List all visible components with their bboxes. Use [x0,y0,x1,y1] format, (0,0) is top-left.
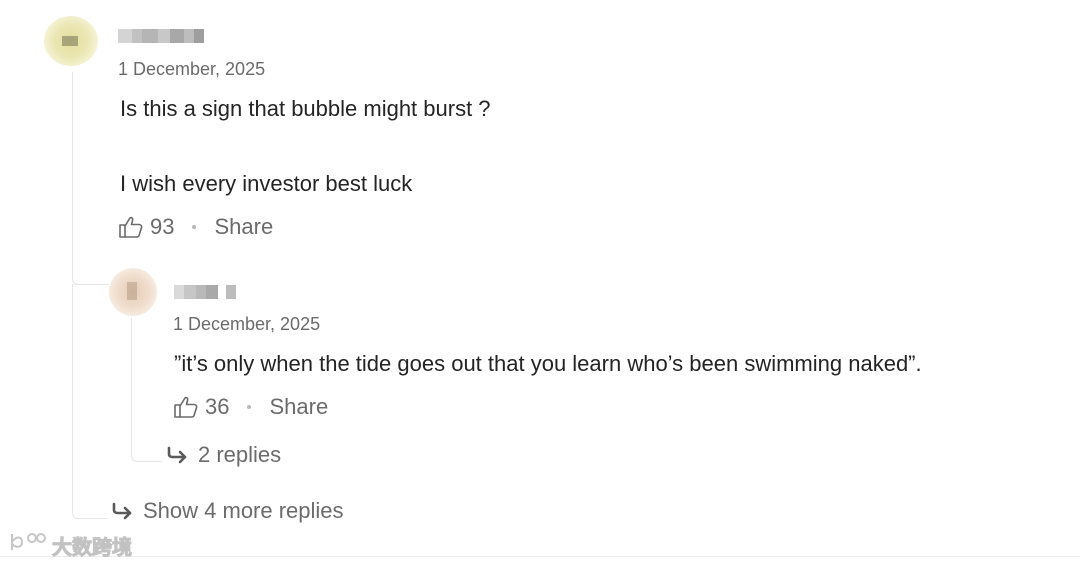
comment-body-line-1: Is this a sign that bubble might burst ? [120,96,491,121]
comment-actions: 93 Share [118,214,273,240]
reply-date: 1 December, 2025 [173,314,321,334]
reply-arrow-icon [111,502,133,520]
reply-username-blurred[interactable] [174,282,236,302]
comment-date: 1 December, 2025 [118,59,266,79]
comment-body-line-2: I wish every investor best luck [120,171,413,196]
clap-icon [118,215,144,239]
reply-share-button[interactable]: Share [269,394,328,420]
view-replies-label: 2 replies [198,442,282,467]
show-more-replies-label: Show 4 more replies [143,498,344,523]
thread-elbow-reply [72,266,109,285]
share-button[interactable]: Share [214,214,273,240]
thread-elbow-replies [131,318,162,462]
clap-count: 93 [150,214,175,239]
show-more-replies-link[interactable]: Show 4 more replies [111,498,344,524]
reply-clap-button[interactable]: 36 [173,394,229,420]
separator-dot [192,225,197,229]
thread-elbow-show-more [72,284,107,519]
view-replies-link[interactable]: 2 replies [166,442,281,468]
comment-thread: 1 December, 2025 Is this a sign that bub… [0,0,1080,565]
avatar[interactable] [44,16,98,66]
watermark-logo-icon [8,530,48,560]
reply-clap-count: 36 [205,394,230,419]
divider [0,556,1080,557]
clap-icon [173,395,199,419]
separator-dot [247,405,252,409]
watermark-text: 大数跨境 [52,536,133,559]
username-blurred[interactable] [118,26,204,46]
clap-button[interactable]: 93 [118,214,174,240]
reply-actions: 36 Share [173,394,328,420]
reply-avatar[interactable] [109,268,157,316]
reply-body: ”it’s only when the tide goes out that y… [174,351,922,376]
watermark: 大数跨境 [8,530,133,560]
reply-arrow-icon [166,446,188,464]
thread-line-main [72,72,73,268]
